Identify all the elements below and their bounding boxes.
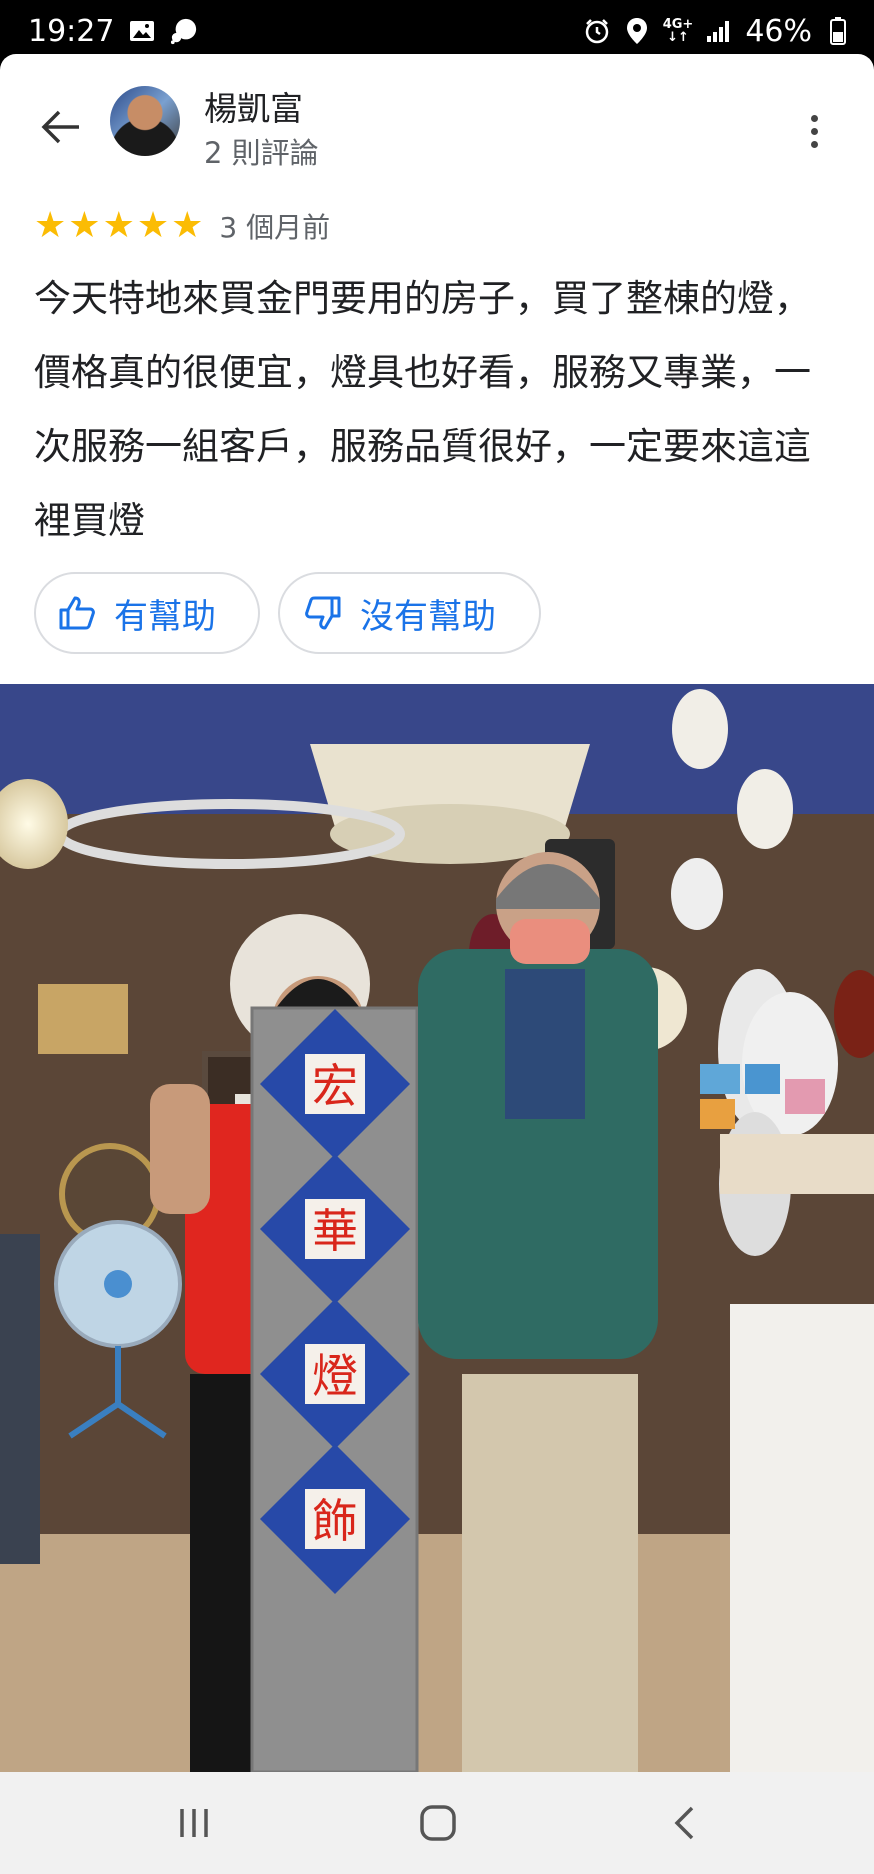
system-navigation-bar bbox=[0, 1772, 874, 1874]
review-card: 楊凱富 2 則評論 ★ ★ ★ ★ ★ 3 個月前 今天特地來買金門要用的房子，… bbox=[0, 54, 874, 684]
more-vert-icon bbox=[810, 114, 818, 122]
network-type-indicator: 4G+ ↓↑ bbox=[662, 17, 694, 45]
reviewer-review-count: 2 則評論 bbox=[204, 136, 319, 170]
sign-char: 宏 bbox=[312, 1059, 358, 1113]
back-chevron-icon bbox=[674, 1806, 694, 1840]
back-nav-button[interactable] bbox=[656, 1798, 712, 1848]
thumbs-down-icon bbox=[305, 596, 341, 630]
review-text: 今天特地來買金門要用的房子，買了整棟的燈，價格真的很便宜，燈具也好看，服務又專業… bbox=[34, 277, 811, 542]
reviewer-name[interactable]: 楊凱富 bbox=[204, 82, 303, 130]
star-icon: ★ bbox=[68, 205, 101, 246]
alarm-icon bbox=[583, 17, 611, 45]
avatar[interactable] bbox=[110, 86, 180, 156]
star-icon: ★ bbox=[136, 205, 170, 246]
back-arrow-icon bbox=[41, 110, 79, 144]
star-icon: ★ bbox=[171, 205, 204, 246]
battery-percent: 46% bbox=[745, 13, 812, 49]
star-icon: ★ bbox=[102, 205, 135, 246]
message-bubble-icon bbox=[170, 17, 198, 45]
sign-char: 飾 bbox=[312, 1494, 358, 1548]
more-options-button[interactable] bbox=[794, 106, 834, 156]
sign-char: 華 bbox=[312, 1204, 358, 1258]
location-icon bbox=[623, 17, 651, 45]
helpful-label: 有幫助 bbox=[114, 596, 216, 637]
recent-apps-icon bbox=[180, 1809, 208, 1837]
helpful-button[interactable]: 有幫助 bbox=[34, 572, 260, 654]
recent-apps-button[interactable] bbox=[166, 1798, 222, 1848]
star-icon: ★ bbox=[34, 205, 67, 246]
review-photo[interactable]: 宏 華 燈 飾 bbox=[0, 684, 874, 1772]
battery-icon bbox=[824, 17, 852, 45]
signal-icon bbox=[705, 17, 733, 45]
rating-row: ★ ★ ★ ★ ★ 3 個月前 bbox=[34, 206, 330, 246]
home-button[interactable] bbox=[410, 1798, 466, 1848]
gallery-icon bbox=[128, 17, 156, 45]
status-bar: 19:27 4G+ ↓↑ 46% bbox=[0, 0, 874, 62]
not-helpful-label: 沒有幫助 bbox=[360, 596, 496, 637]
home-icon bbox=[420, 1805, 456, 1841]
sign-char: 燈 bbox=[312, 1349, 358, 1403]
status-time: 19:27 bbox=[28, 13, 115, 49]
thumbs-up-icon bbox=[59, 596, 95, 630]
lighting-store-scene: 宏 華 燈 飾 bbox=[0, 684, 874, 1772]
star-rating: ★ ★ ★ ★ ★ bbox=[34, 208, 203, 244]
back-button[interactable] bbox=[36, 102, 86, 152]
not-helpful-button[interactable]: 沒有幫助 bbox=[278, 572, 541, 654]
review-time: 3 個月前 bbox=[219, 211, 331, 244]
